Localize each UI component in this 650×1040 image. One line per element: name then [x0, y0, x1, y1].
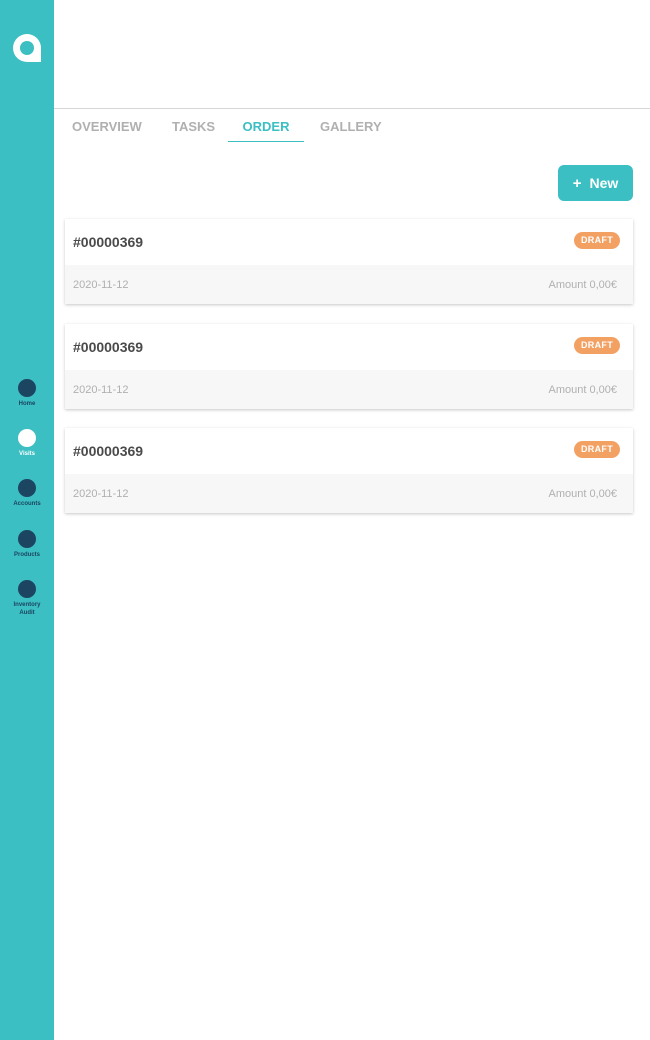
new-order-button[interactable]: + New: [558, 165, 633, 201]
status-badge: DRAFT: [574, 232, 620, 249]
tab-tasks[interactable]: TASKS: [172, 109, 215, 142]
status-badge: DRAFT: [574, 441, 620, 458]
sidebar-item-label: Products: [13, 552, 40, 558]
sidebar-item-products[interactable]: Products: [0, 530, 54, 559]
sidebar-item-label: Visits: [19, 451, 35, 457]
tab-order[interactable]: ORDER: [228, 109, 304, 142]
order-amount: Amount 0,00€: [548, 488, 618, 500]
order-card[interactable]: #00000369 DRAFT 2020-11-12 Amount 0,00€: [65, 428, 633, 513]
status-badge: DRAFT: [574, 337, 620, 354]
order-number: #00000369: [73, 234, 144, 250]
order-card-header: #00000369 DRAFT: [65, 428, 633, 474]
sidebar: Home Visits Accounts Products Inventory …: [0, 0, 54, 1040]
sidebar-item-home[interactable]: Home: [0, 379, 54, 408]
order-card-footer: 2020-11-12 Amount 0,00€: [65, 474, 633, 513]
order-date: 2020-11-12: [73, 279, 129, 291]
order-card-footer: 2020-11-12 Amount 0,00€: [65, 265, 633, 304]
order-card-header: #00000369 DRAFT: [65, 219, 633, 265]
sidebar-item-inventory-audit[interactable]: Inventory Audit: [0, 580, 54, 617]
new-button-label: New: [589, 175, 619, 191]
home-icon: [18, 379, 36, 397]
order-date: 2020-11-12: [73, 384, 129, 396]
order-amount: Amount 0,00€: [548, 384, 618, 396]
inventory-audit-icon: [18, 580, 36, 598]
order-card[interactable]: #00000369 DRAFT 2020-11-12 Amount 0,00€: [65, 219, 633, 304]
sidebar-item-label-line2: Audit: [19, 610, 35, 616]
tab-gallery[interactable]: GALLERY: [320, 109, 382, 142]
app-logo-icon[interactable]: [12, 33, 42, 63]
order-card[interactable]: #00000369 DRAFT 2020-11-12 Amount 0,00€: [65, 324, 633, 409]
order-card-header: #00000369 DRAFT: [65, 324, 633, 370]
products-icon: [18, 530, 36, 548]
sidebar-item-label: Home: [18, 401, 36, 407]
plus-icon: +: [572, 174, 582, 192]
sidebar-item-label: Inventory: [13, 602, 41, 608]
order-number: #00000369: [73, 339, 144, 355]
visits-icon: [18, 429, 36, 447]
tab-bar: OVERVIEW TASKS ORDER GALLERY: [54, 109, 650, 143]
sidebar-item-label: Accounts: [13, 501, 41, 507]
order-amount: Amount 0,00€: [548, 279, 618, 291]
sidebar-item-accounts[interactable]: Accounts: [0, 479, 54, 508]
tab-overview[interactable]: OVERVIEW: [72, 109, 142, 142]
accounts-icon: [18, 479, 36, 497]
order-date: 2020-11-12: [73, 488, 129, 500]
sidebar-item-visits[interactable]: Visits: [0, 429, 54, 458]
order-card-footer: 2020-11-12 Amount 0,00€: [65, 370, 633, 409]
order-number: #00000369: [73, 443, 144, 459]
